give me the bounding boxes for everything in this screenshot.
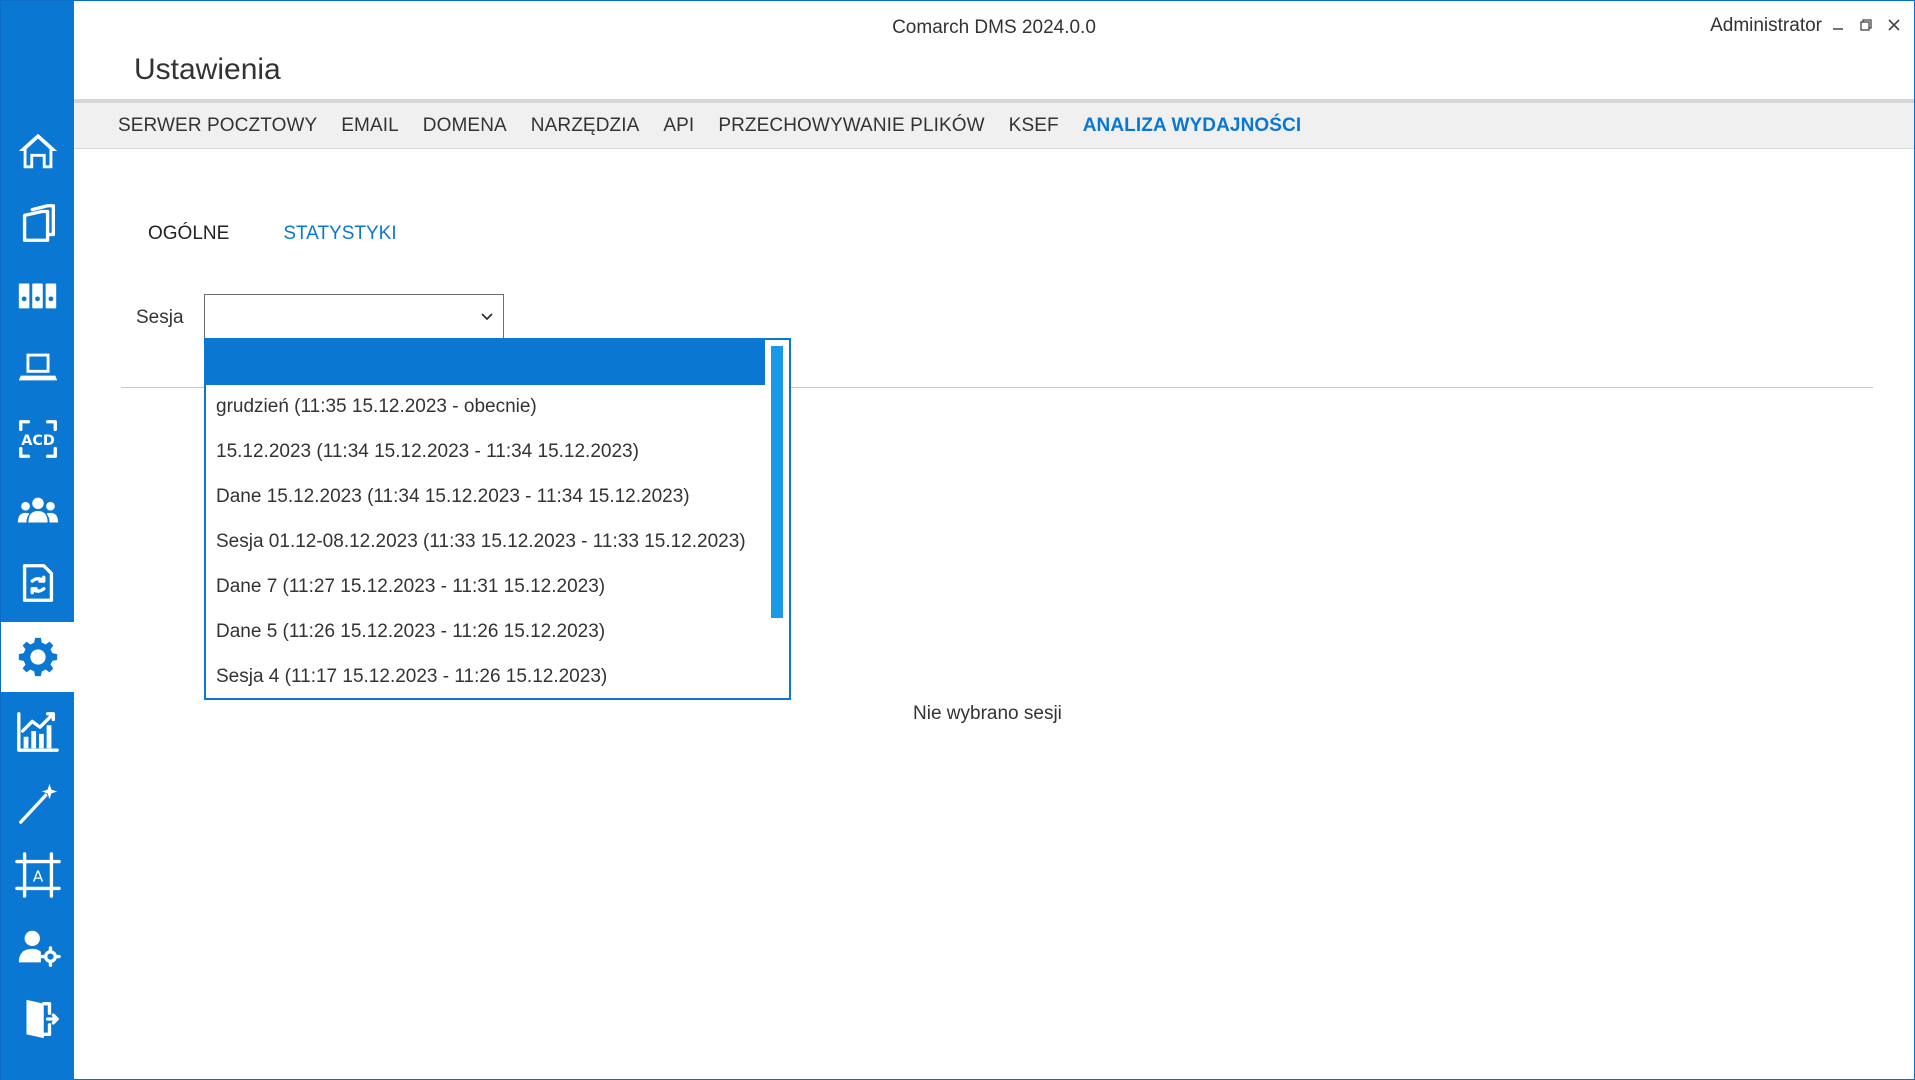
tab-przechowywanie-plikow[interactable]: PRZECHOWYWANIE PLIKÓW [718, 115, 984, 137]
session-option[interactable]: Dane 5 (11:26 15.12.2023 - 11:26 15.12.2… [206, 609, 765, 654]
chevron-down-icon [481, 313, 493, 321]
empty-state-message: Nie wybrano sesji [913, 703, 1062, 724]
close-icon [1888, 19, 1900, 31]
sidebar-item-home[interactable] [1, 116, 74, 186]
minimize-icon [1833, 28, 1843, 30]
archive-binders-icon [18, 283, 56, 309]
sidebar-item-settings[interactable] [1, 622, 74, 692]
chart-icon [16, 712, 59, 752]
session-option[interactable]: Sesja 4 (11:17 15.12.2023 - 11:26 15.12.… [206, 654, 765, 699]
user-name[interactable]: Administrator [1710, 15, 1822, 37]
session-option[interactable]: Dane 7 (11:27 15.12.2023 - 11:31 15.12.2… [206, 564, 765, 609]
users-group-icon [17, 497, 58, 523]
tab-serwer-pocztowy[interactable]: SERWER POCZTOWY [118, 115, 317, 137]
tab-domena[interactable]: DOMENA [423, 115, 507, 137]
subtab-statystyki[interactable]: STATYSTYKI [283, 223, 396, 245]
svg-text:A: A [32, 868, 43, 886]
sidebar-item-reports[interactable] [1, 696, 74, 766]
tab-narzedzia[interactable]: NARZĘDZIA [531, 115, 640, 137]
sidebar-item-wizard[interactable] [1, 768, 74, 838]
close-button[interactable] [1886, 17, 1902, 33]
document-sync-icon [22, 564, 53, 602]
session-dropdown-list: grudzień (11:35 15.12.2023 - obecnie) 15… [204, 338, 791, 700]
sidebar-item-archive[interactable] [1, 260, 74, 330]
window-controls [1830, 17, 1902, 33]
session-label: Sesja [136, 307, 184, 328]
logout-door-icon [26, 999, 59, 1039]
session-option[interactable]: Sesja 01.12-08.12.2023 (11:33 15.12.2023… [206, 519, 765, 564]
tab-ksef[interactable]: KSEF [1009, 115, 1059, 137]
user-gear-icon [18, 930, 61, 967]
minimize-button[interactable] [1830, 17, 1846, 33]
restore-icon [1860, 19, 1872, 31]
sidebar-item-document-sync[interactable] [1, 548, 74, 618]
settings-nav-bar: SERWER POCZTOWY EMAIL DOMENA NARZĘDZIA A… [74, 99, 1914, 149]
sidebar-item-acd[interactable]: ACD [1, 404, 74, 474]
subtab-ogolne[interactable]: OGÓLNE [148, 223, 229, 245]
sidebar-item-logout[interactable] [1, 984, 74, 1054]
dropdown-scrollbar[interactable] [767, 342, 787, 696]
dropdown-scrollbar-thumb[interactable] [771, 346, 783, 618]
laptop-icon [18, 353, 57, 381]
tab-api[interactable]: API [663, 115, 694, 137]
home-icon [18, 133, 57, 169]
acd-icon: ACD [18, 420, 57, 458]
sidebar: ACD A [1, 1, 74, 1080]
gear-icon [18, 637, 57, 677]
magic-wand-icon [18, 783, 57, 824]
app-title: Comarch DMS 2024.0.0 [892, 17, 1096, 38]
session-option[interactable]: Dane 15.12.2023 (11:34 15.12.2023 - 11:3… [206, 474, 765, 519]
sidebar-item-templates[interactable]: A [1, 840, 74, 910]
sidebar-item-workstation[interactable] [1, 332, 74, 402]
tab-analiza-wydajnosci[interactable]: ANALIZA WYDAJNOŚCI [1083, 115, 1302, 137]
sub-tabs: OGÓLNE STATYSTYKI [148, 223, 397, 245]
sidebar-item-users[interactable] [1, 476, 74, 546]
svg-text:ACD: ACD [21, 433, 55, 449]
session-option-empty[interactable] [206, 340, 765, 385]
sidebar-item-user-settings[interactable] [1, 912, 74, 982]
page-title: Ustawienia [134, 53, 281, 86]
tab-email[interactable]: EMAIL [341, 115, 399, 137]
app-window: ACD A Comarch DMS 2024.0.0 Administrator [0, 0, 1915, 1080]
session-select[interactable] [204, 294, 504, 339]
session-option[interactable]: grudzień (11:35 15.12.2023 - obecnie) [206, 384, 765, 429]
sidebar-item-documents[interactable] [1, 188, 74, 258]
documents-icon [22, 204, 55, 242]
template-frame-icon: A [14, 852, 61, 898]
restore-button[interactable] [1858, 17, 1874, 33]
session-option[interactable]: 15.12.2023 (11:34 15.12.2023 - 11:34 15.… [206, 429, 765, 474]
